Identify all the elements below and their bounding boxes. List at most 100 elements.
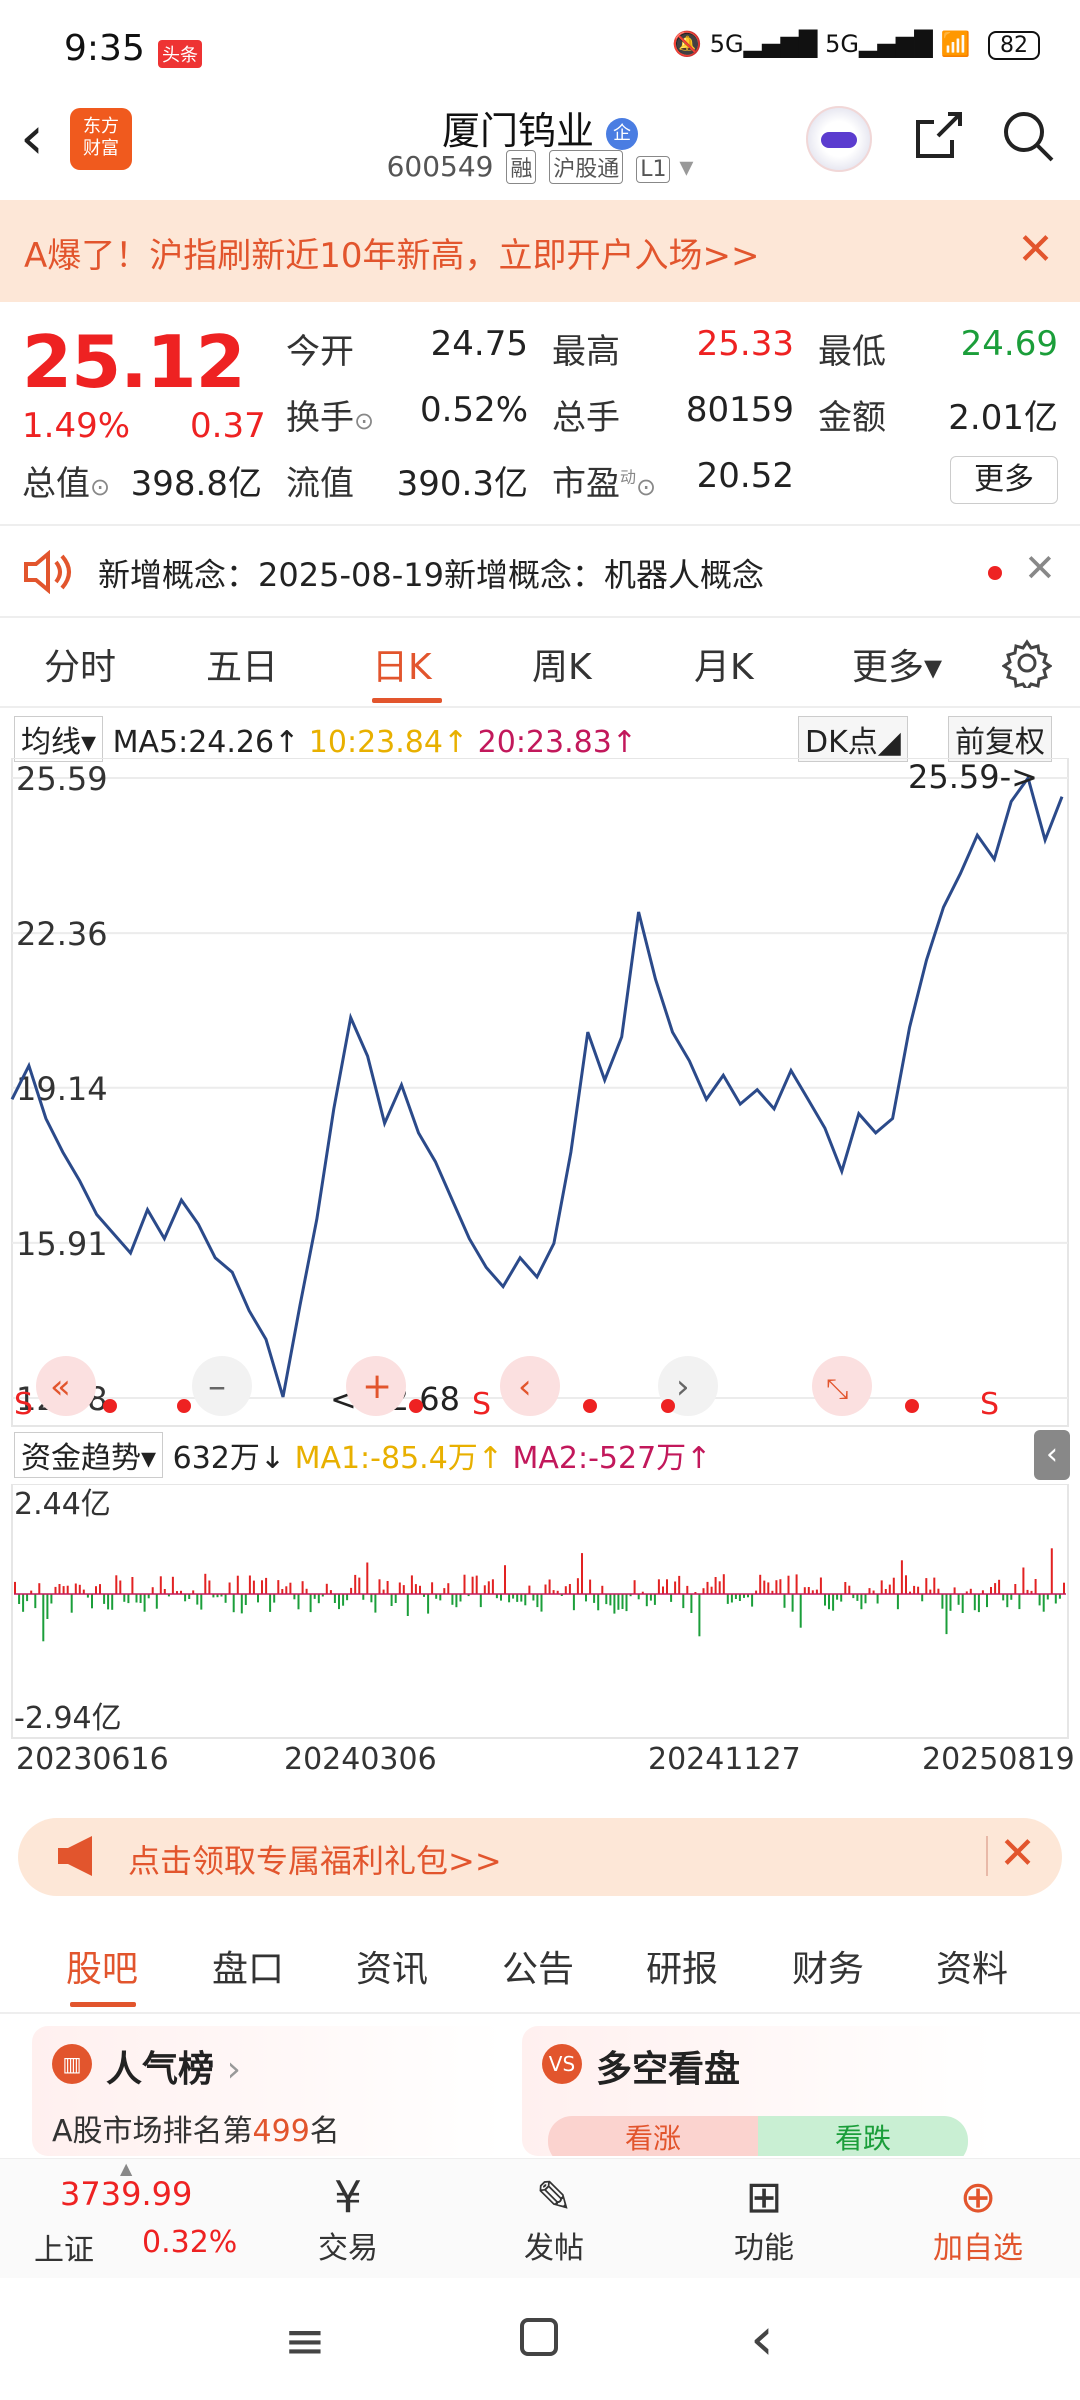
fund-bar bbox=[439, 1594, 442, 1601]
nav-post[interactable]: ✎ 发帖 bbox=[514, 2173, 594, 2267]
date-tick: 20230616 bbox=[16, 1742, 169, 1777]
collapse-panel-button[interactable]: ‹ bbox=[1034, 1430, 1070, 1480]
bull-bear-card[interactable]: VS 多空看盘 看涨 看跌 bbox=[522, 2026, 994, 2156]
fund-select[interactable]: 资金趋势▾ bbox=[14, 1432, 164, 1478]
fund-bar bbox=[269, 1594, 272, 1612]
fund-bar bbox=[293, 1594, 296, 1600]
fund-bar bbox=[803, 1587, 806, 1594]
concept-notice[interactable]: 新增概念：2025-08-19新增概念：机器人概念 ✕ bbox=[0, 528, 1080, 616]
y-tick-label: 22.36 bbox=[16, 915, 108, 953]
yuan-icon: ¥ bbox=[334, 2172, 362, 2223]
adjust-button[interactable]: 前复权 bbox=[948, 716, 1052, 762]
fund-bar bbox=[427, 1594, 430, 1614]
nav-trade[interactable]: ¥ 交易 bbox=[308, 2173, 388, 2267]
status-icons: 🔕 5G▂▄▆█ 5G▂▄▆█ 📶 82 bbox=[672, 30, 1040, 60]
fund-bar bbox=[244, 1594, 247, 1605]
concept-notice-text[interactable]: 新增概念：2025-08-19新增概念：机器人概念 bbox=[98, 550, 764, 596]
fund-bar bbox=[783, 1594, 786, 1608]
megaphone-icon bbox=[58, 1836, 92, 1876]
fund-bar bbox=[483, 1585, 486, 1594]
price-chart[interactable]: 25.5922.3619.1415.9112.68 25.59-> <-12.6… bbox=[0, 758, 1080, 1428]
fund-bar bbox=[95, 1586, 97, 1594]
ma5-value: MA5:24.26↑ bbox=[112, 725, 300, 760]
tab-pankou[interactable]: 盘口 bbox=[212, 1940, 284, 1992]
fund-bar bbox=[969, 1588, 972, 1594]
close-icon[interactable]: ✕ bbox=[1017, 224, 1054, 275]
tab-monthly-k[interactable]: 月K bbox=[694, 638, 754, 690]
stock-code: 600549 bbox=[386, 150, 494, 183]
bearish-button[interactable]: 看跌 bbox=[758, 2116, 968, 2156]
fund-bar bbox=[1014, 1584, 1017, 1594]
fund-bar bbox=[135, 1594, 138, 1603]
chevron-right-icon: › bbox=[676, 1367, 690, 1407]
fund-bar bbox=[252, 1580, 255, 1594]
tab-daily-k[interactable]: 日K bbox=[372, 638, 432, 690]
dk-point-button[interactable]: DK点◢ bbox=[798, 716, 908, 762]
more-button[interactable]: 更多 bbox=[950, 456, 1058, 504]
fund-bar bbox=[832, 1594, 835, 1611]
fund-bar bbox=[759, 1574, 762, 1594]
nav-add-watchlist[interactable]: ⊕ 加自选 bbox=[918, 2173, 1038, 2267]
menu-icon[interactable]: ≡ bbox=[284, 2312, 326, 2370]
sell-marker: S bbox=[14, 1387, 33, 1422]
tab-intraday[interactable]: 分时 bbox=[44, 638, 116, 690]
speaker-icon bbox=[24, 550, 71, 594]
gift-banner[interactable]: 点击领取专属福利礼包>> ✕ bbox=[18, 1818, 1062, 1896]
dropdown-icon[interactable]: ▾ bbox=[679, 150, 693, 183]
fund-bar bbox=[370, 1594, 373, 1603]
tab-profile[interactable]: 资料 bbox=[936, 1940, 1008, 1992]
fund-bar bbox=[860, 1594, 863, 1610]
tab-five-day[interactable]: 五日 bbox=[206, 638, 278, 690]
tab-finance[interactable]: 财务 bbox=[792, 1940, 864, 1992]
amount-label: 金额 bbox=[818, 398, 886, 438]
tab-weekly-k[interactable]: 周K bbox=[532, 638, 592, 690]
tab-research[interactable]: 研报 bbox=[646, 1940, 718, 1992]
tab-announcements[interactable]: 公告 bbox=[502, 1940, 574, 1992]
tab-guba[interactable]: 股吧 bbox=[66, 1940, 138, 1992]
close-icon[interactable]: ✕ bbox=[1024, 546, 1056, 590]
close-icon[interactable]: ✕ bbox=[999, 1828, 1036, 1879]
promo-banner-text[interactable]: A爆了！沪指刷新近10年新高，立即开户入场>> bbox=[24, 228, 760, 277]
fund-bar bbox=[998, 1579, 1001, 1594]
back-nav-icon[interactable]: ‹ bbox=[750, 2304, 774, 2374]
change-percent: 1.49% bbox=[22, 406, 131, 446]
tab-more[interactable]: 更多▾ bbox=[852, 638, 942, 690]
fund-bar bbox=[208, 1580, 211, 1594]
share-icon[interactable] bbox=[908, 106, 968, 166]
tab-news[interactable]: 资讯 bbox=[356, 1940, 428, 1992]
fund-bar bbox=[617, 1594, 620, 1610]
fund-bar bbox=[325, 1583, 328, 1594]
fund-bar bbox=[463, 1574, 466, 1594]
fund-ma1: MA1:-85.4万↑ bbox=[294, 1441, 503, 1476]
assistant-avatar[interactable] bbox=[806, 106, 872, 172]
fund-bar bbox=[34, 1594, 37, 1609]
gear-icon[interactable] bbox=[1002, 638, 1052, 688]
fund-bar bbox=[718, 1581, 721, 1594]
fund-bar bbox=[346, 1594, 349, 1601]
gift-banner-text[interactable]: 点击领取专属福利礼包>> bbox=[128, 1836, 502, 1882]
fund-chart[interactable]: 2.44亿 -2.94亿 bbox=[0, 1484, 1080, 1740]
fund-bar bbox=[309, 1594, 312, 1613]
index-name[interactable]: 上证 bbox=[34, 2225, 94, 2269]
index-value[interactable]: 3739.99 bbox=[60, 2175, 192, 2213]
popularity-card[interactable]: ▥ 人气榜 › A股市场排名第499名 bbox=[32, 2026, 504, 2156]
fund-bar bbox=[103, 1594, 106, 1604]
fund-bar bbox=[443, 1588, 446, 1594]
fund-bar bbox=[990, 1587, 992, 1594]
fund-bar bbox=[1022, 1567, 1025, 1594]
index-percent[interactable]: 0.32% bbox=[142, 2225, 237, 2260]
fund-bar bbox=[876, 1594, 879, 1604]
fund-bar bbox=[479, 1594, 482, 1608]
search-icon[interactable] bbox=[998, 106, 1058, 166]
nav-functions[interactable]: ⊞ 功能 bbox=[724, 2173, 804, 2267]
fund-bar bbox=[1050, 1548, 1053, 1594]
active-tab-indicator bbox=[372, 698, 442, 703]
bullish-button[interactable]: 看涨 bbox=[548, 2116, 758, 2156]
promo-banner[interactable]: A爆了！沪指刷新近10年新高，立即开户入场>> ✕ bbox=[0, 200, 1080, 302]
fund-bar bbox=[856, 1594, 859, 1601]
fund-bar bbox=[799, 1594, 802, 1628]
fund-ma2: MA2:-527万↑ bbox=[512, 1441, 712, 1476]
ma-select[interactable]: 均线▾ bbox=[14, 716, 104, 762]
fund-bar bbox=[504, 1565, 506, 1594]
home-icon[interactable] bbox=[520, 2318, 558, 2356]
